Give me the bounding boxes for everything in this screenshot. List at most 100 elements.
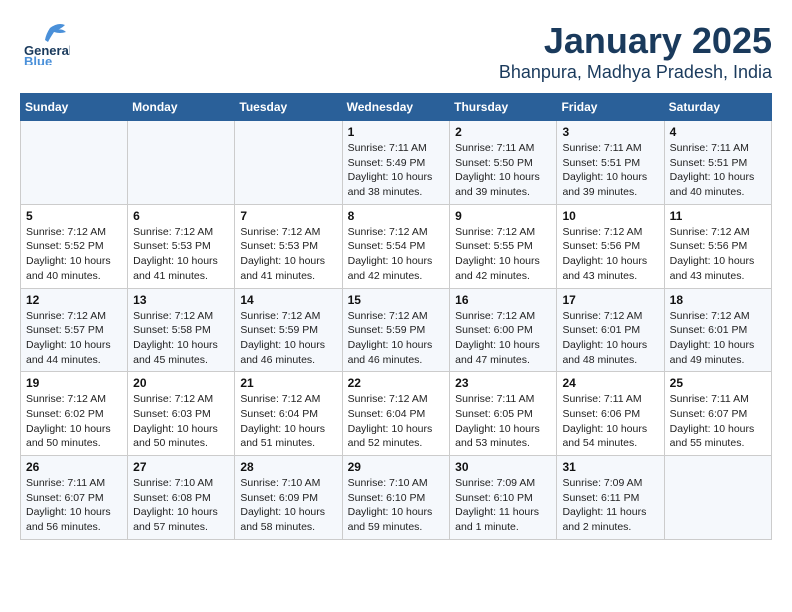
day-number: 10 [562,209,658,223]
day-number: 20 [133,376,229,390]
table-row: 14 Sunrise: 7:12 AMSunset: 5:59 PMDaylig… [235,288,342,372]
day-number: 28 [240,460,336,474]
day-number: 19 [26,376,122,390]
day-info: Sunrise: 7:11 AMSunset: 5:51 PMDaylight:… [670,141,766,200]
logo: General Blue [20,20,70,65]
day-info: Sunrise: 7:12 AMSunset: 6:04 PMDaylight:… [240,392,336,451]
calendar-week-row: 26 Sunrise: 7:11 AMSunset: 6:07 PMDaylig… [21,456,772,540]
table-row: 2 Sunrise: 7:11 AMSunset: 5:50 PMDayligh… [450,121,557,205]
day-number: 1 [348,125,445,139]
calendar-week-row: 5 Sunrise: 7:12 AMSunset: 5:52 PMDayligh… [21,204,772,288]
day-number: 22 [348,376,445,390]
table-row: 18 Sunrise: 7:12 AMSunset: 6:01 PMDaylig… [664,288,771,372]
table-row: 28 Sunrise: 7:10 AMSunset: 6:09 PMDaylig… [235,456,342,540]
day-info: Sunrise: 7:12 AMSunset: 5:55 PMDaylight:… [455,225,551,284]
day-info: Sunrise: 7:10 AMSunset: 6:09 PMDaylight:… [240,476,336,535]
table-row: 7 Sunrise: 7:12 AMSunset: 5:53 PMDayligh… [235,204,342,288]
table-row: 1 Sunrise: 7:11 AMSunset: 5:49 PMDayligh… [342,121,450,205]
table-row: 6 Sunrise: 7:12 AMSunset: 5:53 PMDayligh… [128,204,235,288]
table-row: 21 Sunrise: 7:12 AMSunset: 6:04 PMDaylig… [235,372,342,456]
day-info: Sunrise: 7:11 AMSunset: 5:49 PMDaylight:… [348,141,445,200]
table-row: 11 Sunrise: 7:12 AMSunset: 5:56 PMDaylig… [664,204,771,288]
table-row: 25 Sunrise: 7:11 AMSunset: 6:07 PMDaylig… [664,372,771,456]
header-wednesday: Wednesday [342,94,450,121]
day-info: Sunrise: 7:12 AMSunset: 6:01 PMDaylight:… [670,309,766,368]
day-number: 15 [348,293,445,307]
header-thursday: Thursday [450,94,557,121]
table-row: 27 Sunrise: 7:10 AMSunset: 6:08 PMDaylig… [128,456,235,540]
day-number: 2 [455,125,551,139]
calendar-subtitle: Bhanpura, Madhya Pradesh, India [499,62,772,83]
table-row: 3 Sunrise: 7:11 AMSunset: 5:51 PMDayligh… [557,121,664,205]
day-info: Sunrise: 7:11 AMSunset: 5:51 PMDaylight:… [562,141,658,200]
day-number: 13 [133,293,229,307]
table-row: 8 Sunrise: 7:12 AMSunset: 5:54 PMDayligh… [342,204,450,288]
table-row: 12 Sunrise: 7:12 AMSunset: 5:57 PMDaylig… [21,288,128,372]
day-number: 29 [348,460,445,474]
day-number: 5 [26,209,122,223]
day-number: 4 [670,125,766,139]
day-info: Sunrise: 7:10 AMSunset: 6:08 PMDaylight:… [133,476,229,535]
day-info: Sunrise: 7:12 AMSunset: 5:59 PMDaylight:… [348,309,445,368]
table-row [664,456,771,540]
calendar-week-row: 19 Sunrise: 7:12 AMSunset: 6:02 PMDaylig… [21,372,772,456]
day-number: 24 [562,376,658,390]
calendar-week-row: 12 Sunrise: 7:12 AMSunset: 5:57 PMDaylig… [21,288,772,372]
calendar-table: Sunday Monday Tuesday Wednesday Thursday… [20,93,772,540]
logo-icon: General Blue [20,20,70,65]
table-row: 15 Sunrise: 7:12 AMSunset: 5:59 PMDaylig… [342,288,450,372]
day-info: Sunrise: 7:12 AMSunset: 5:59 PMDaylight:… [240,309,336,368]
day-number: 30 [455,460,551,474]
table-row: 24 Sunrise: 7:11 AMSunset: 6:06 PMDaylig… [557,372,664,456]
table-row: 19 Sunrise: 7:12 AMSunset: 6:02 PMDaylig… [21,372,128,456]
table-row: 30 Sunrise: 7:09 AMSunset: 6:10 PMDaylig… [450,456,557,540]
table-row: 20 Sunrise: 7:12 AMSunset: 6:03 PMDaylig… [128,372,235,456]
day-info: Sunrise: 7:12 AMSunset: 6:02 PMDaylight:… [26,392,122,451]
day-info: Sunrise: 7:12 AMSunset: 6:01 PMDaylight:… [562,309,658,368]
table-row: 16 Sunrise: 7:12 AMSunset: 6:00 PMDaylig… [450,288,557,372]
calendar-title: January 2025 [499,20,772,62]
calendar-week-row: 1 Sunrise: 7:11 AMSunset: 5:49 PMDayligh… [21,121,772,205]
day-number: 14 [240,293,336,307]
table-row [128,121,235,205]
table-row [21,121,128,205]
day-number: 21 [240,376,336,390]
day-number: 12 [26,293,122,307]
table-row: 31 Sunrise: 7:09 AMSunset: 6:11 PMDaylig… [557,456,664,540]
table-row: 13 Sunrise: 7:12 AMSunset: 5:58 PMDaylig… [128,288,235,372]
day-info: Sunrise: 7:09 AMSunset: 6:10 PMDaylight:… [455,476,551,535]
day-info: Sunrise: 7:11 AMSunset: 5:50 PMDaylight:… [455,141,551,200]
table-row: 17 Sunrise: 7:12 AMSunset: 6:01 PMDaylig… [557,288,664,372]
table-row: 22 Sunrise: 7:12 AMSunset: 6:04 PMDaylig… [342,372,450,456]
day-info: Sunrise: 7:11 AMSunset: 6:07 PMDaylight:… [26,476,122,535]
day-number: 23 [455,376,551,390]
day-number: 9 [455,209,551,223]
table-row: 9 Sunrise: 7:12 AMSunset: 5:55 PMDayligh… [450,204,557,288]
day-info: Sunrise: 7:12 AMSunset: 5:56 PMDaylight:… [670,225,766,284]
table-row: 5 Sunrise: 7:12 AMSunset: 5:52 PMDayligh… [21,204,128,288]
table-row: 4 Sunrise: 7:11 AMSunset: 5:51 PMDayligh… [664,121,771,205]
day-info: Sunrise: 7:12 AMSunset: 5:56 PMDaylight:… [562,225,658,284]
day-info: Sunrise: 7:12 AMSunset: 6:03 PMDaylight:… [133,392,229,451]
header-friday: Friday [557,94,664,121]
day-number: 11 [670,209,766,223]
day-number: 7 [240,209,336,223]
day-info: Sunrise: 7:12 AMSunset: 5:52 PMDaylight:… [26,225,122,284]
day-number: 17 [562,293,658,307]
header-row: Sunday Monday Tuesday Wednesday Thursday… [21,94,772,121]
page-header: General Blue January 2025 Bhanpura, Madh… [20,20,772,83]
day-info: Sunrise: 7:12 AMSunset: 5:53 PMDaylight:… [133,225,229,284]
table-row: 26 Sunrise: 7:11 AMSunset: 6:07 PMDaylig… [21,456,128,540]
header-sunday: Sunday [21,94,128,121]
day-info: Sunrise: 7:11 AMSunset: 6:05 PMDaylight:… [455,392,551,451]
day-number: 26 [26,460,122,474]
day-number: 18 [670,293,766,307]
day-info: Sunrise: 7:09 AMSunset: 6:11 PMDaylight:… [562,476,658,535]
day-info: Sunrise: 7:12 AMSunset: 5:57 PMDaylight:… [26,309,122,368]
day-number: 8 [348,209,445,223]
header-monday: Monday [128,94,235,121]
table-row: 29 Sunrise: 7:10 AMSunset: 6:10 PMDaylig… [342,456,450,540]
day-info: Sunrise: 7:12 AMSunset: 6:04 PMDaylight:… [348,392,445,451]
day-info: Sunrise: 7:10 AMSunset: 6:10 PMDaylight:… [348,476,445,535]
day-info: Sunrise: 7:12 AMSunset: 6:00 PMDaylight:… [455,309,551,368]
